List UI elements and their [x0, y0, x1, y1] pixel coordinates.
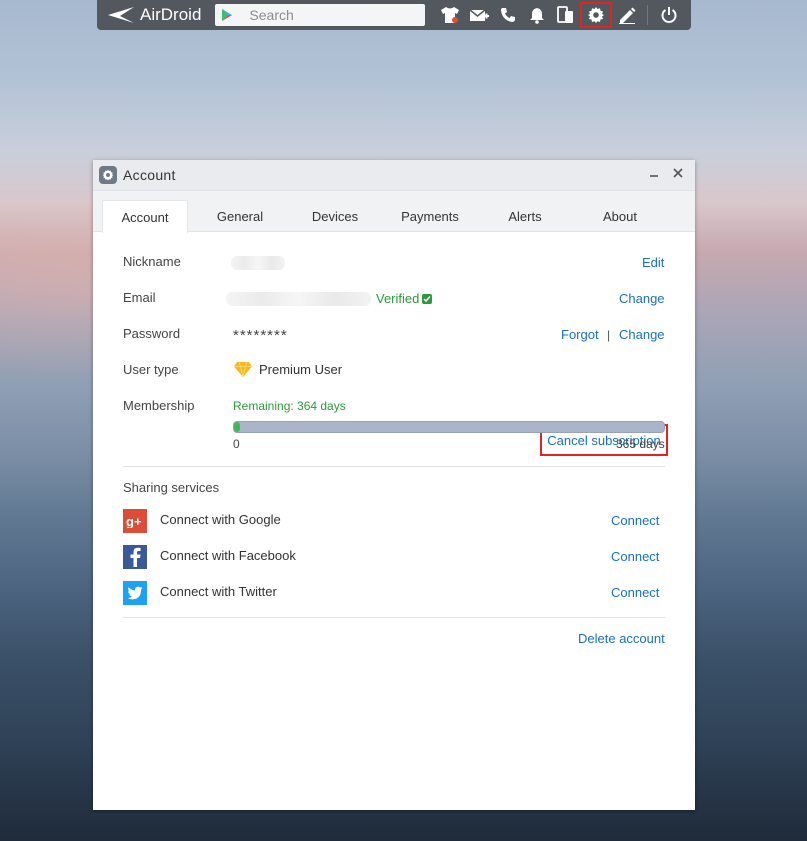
connect-google-button[interactable]: Connect: [611, 513, 659, 528]
window-titlebar[interactable]: Account: [93, 160, 695, 191]
svg-text:g+: g+: [126, 514, 142, 528]
facebook-icon: [123, 545, 147, 569]
edit-nickname-link[interactable]: Edit: [642, 255, 664, 270]
settings-icon: [99, 166, 117, 184]
airdroid-toolbar: AirDroid: [97, 0, 691, 30]
search-input[interactable]: [247, 6, 412, 24]
nickname-value-redacted: [231, 256, 285, 270]
section-divider: [123, 466, 665, 467]
change-password-link[interactable]: Change: [619, 327, 665, 342]
membership-label: Membership: [123, 398, 195, 413]
gear-icon[interactable]: [580, 2, 613, 28]
section-divider-bottom: [123, 617, 665, 618]
bell-icon[interactable]: [522, 2, 551, 28]
tab-devices[interactable]: Devices: [292, 201, 378, 231]
check-icon: [422, 293, 433, 304]
sharing-services-title: Sharing services: [123, 480, 220, 495]
membership-progress-fill: [234, 422, 241, 432]
password-value: ********: [233, 327, 288, 344]
membership-progress-bar: [233, 421, 665, 433]
close-button[interactable]: [671, 166, 685, 180]
toolbar-separator: [647, 5, 649, 25]
connect-google-label: Connect with Google: [160, 512, 281, 527]
diamond-icon: [234, 361, 252, 378]
add-mail-icon[interactable]: [464, 2, 493, 28]
delete-account-link[interactable]: Delete account: [578, 631, 665, 646]
nickname-label: Nickname: [123, 254, 181, 269]
edit-icon[interactable]: [612, 2, 641, 28]
progress-end-label: 365 days: [616, 437, 665, 451]
play-store-icon: [222, 9, 233, 21]
connect-facebook-label: Connect with Facebook: [160, 548, 296, 563]
connect-twitter-button[interactable]: Connect: [611, 585, 659, 600]
email-label: Email: [123, 290, 156, 305]
google-plus-icon: g+: [123, 509, 147, 533]
tab-payments[interactable]: Payments: [386, 201, 474, 231]
tab-general[interactable]: General: [196, 201, 284, 231]
premium-user-text: Premium User: [259, 362, 343, 377]
tshirt-icon[interactable]: [435, 2, 464, 28]
tab-alerts[interactable]: Alerts: [482, 201, 568, 231]
membership-remaining: Remaining: 364 days: [233, 399, 346, 413]
forgot-password-link[interactable]: Forgot: [561, 327, 599, 342]
airdroid-logo[interactable]: AirDroid: [107, 5, 201, 25]
paper-plane-icon: [108, 7, 134, 23]
twitter-icon: [123, 581, 147, 605]
devices-icon[interactable]: [551, 2, 580, 28]
email-verified-badge: Verified: [376, 291, 433, 306]
connect-facebook-button[interactable]: Connect: [611, 549, 659, 564]
tab-account[interactable]: Account: [102, 200, 188, 233]
connect-twitter-label: Connect with Twitter: [160, 584, 277, 599]
settings-tabs: Account General Devices Payments Alerts …: [93, 191, 695, 233]
window-title: Account: [123, 167, 176, 183]
logo-text: AirDroid: [140, 5, 202, 24]
power-icon[interactable]: [654, 2, 683, 28]
search-box[interactable]: [215, 4, 426, 26]
user-type-value: Premium User: [233, 361, 342, 378]
minimize-button[interactable]: [647, 166, 661, 180]
close-icon: [673, 168, 683, 178]
email-value-redacted: [226, 292, 371, 306]
progress-start-label: 0: [233, 437, 240, 451]
verified-text: Verified: [376, 291, 420, 306]
minimize-icon: [650, 175, 658, 177]
user-type-label: User type: [123, 362, 179, 377]
account-window: Account Account General Devices Payments…: [93, 160, 695, 810]
password-label: Password: [123, 326, 181, 341]
phone-icon[interactable]: [493, 2, 522, 28]
link-separator: |: [607, 328, 611, 342]
tab-about[interactable]: About: [577, 201, 663, 231]
change-email-link[interactable]: Change: [619, 291, 665, 306]
